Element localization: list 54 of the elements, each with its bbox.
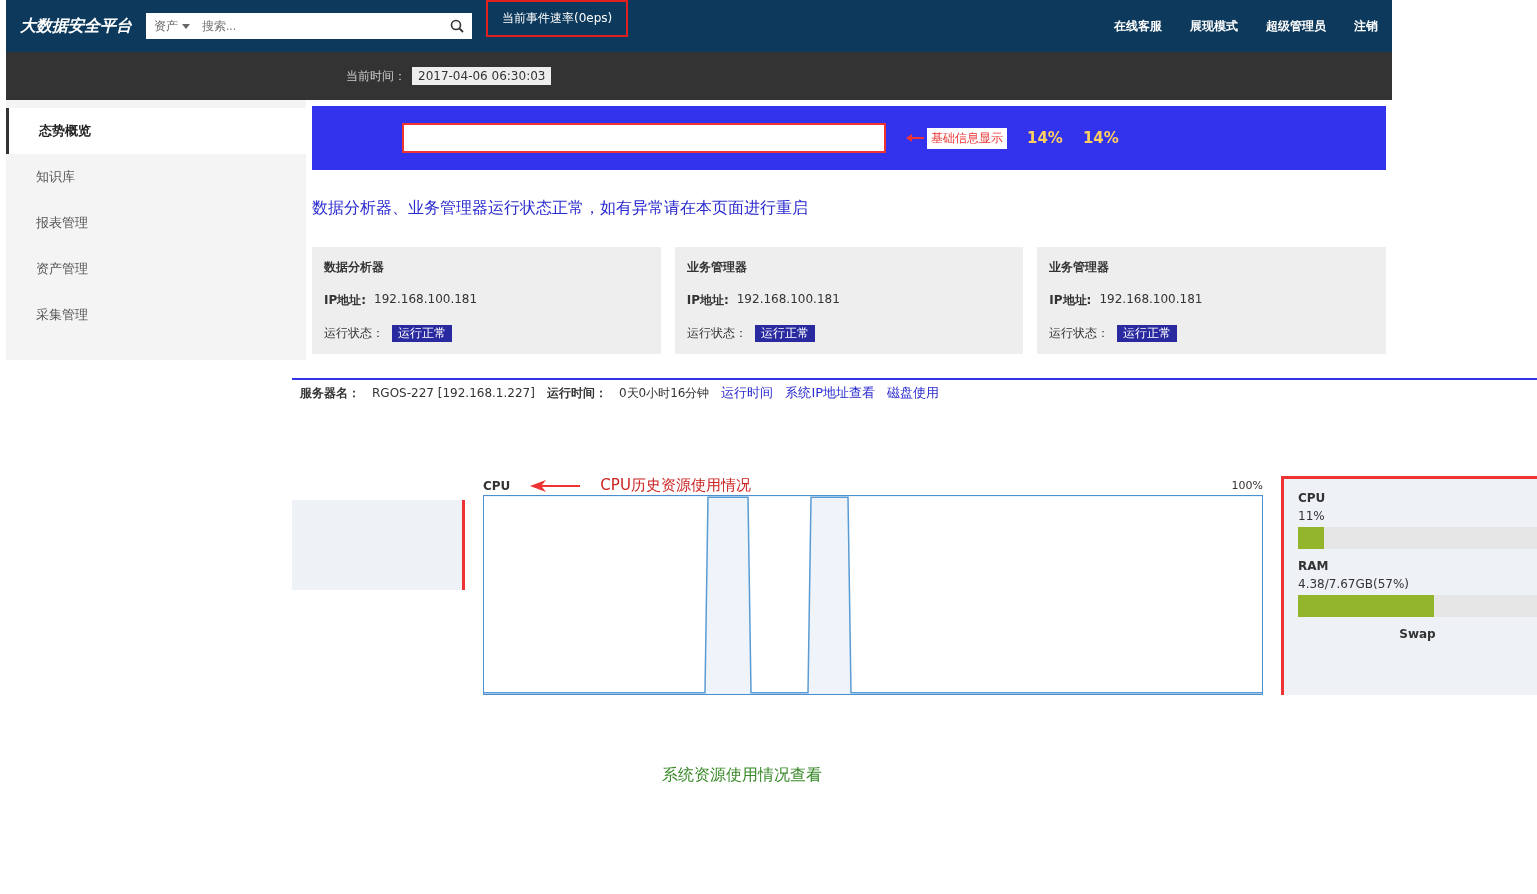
logo-text: 大数据安全平台 <box>20 15 132 37</box>
status-badge: 运行正常 <box>754 325 815 342</box>
uptime-label: 运行时间： <box>546 384 607 402</box>
status-badge: 运行正常 <box>392 325 452 342</box>
resource-name: Swap <box>1399 627 1436 641</box>
resource-name: RAM <box>1298 559 1330 573</box>
annotation-label: 系统IP地址查看 <box>785 384 876 402</box>
current-time: 2017-04-06 06:30:03 <box>412 67 552 85</box>
search-icon[interactable] <box>450 19 464 33</box>
nav-link[interactable]: 注销 <box>1354 17 1378 35</box>
uptime-value: 0天0小时16分钟 <box>618 384 710 402</box>
scope-dropdown[interactable]: 资产 <box>154 17 190 35</box>
sidebar-item[interactable]: 资产管理 <box>6 246 306 292</box>
search-bar[interactable]: 资产 搜索... <box>146 13 472 39</box>
gauge-reading: 14% <box>1082 129 1119 147</box>
status-label: 运行状态： <box>324 325 384 342</box>
gauge-reading: 14% <box>1027 129 1063 147</box>
annotation-label: 运行时间 <box>721 384 774 402</box>
resource-reading: 11% <box>1298 509 1326 523</box>
device-name: 业务管理器 <box>1049 259 1111 276</box>
device-name: 业务管理器 <box>686 259 748 276</box>
notice-text: 数据分析器、业务管理器运行状态正常，如有异常请在本页面进行重启 <box>312 198 809 219</box>
sidebar-item[interactable]: 报表管理 <box>6 200 306 246</box>
server-name: RGOS-227 [192.168.1.227] <box>372 386 535 400</box>
sidebar-item[interactable]: 采集管理 <box>6 292 306 338</box>
time-label: 当前时间： <box>346 67 406 85</box>
ip-label: IP地址: <box>1049 292 1092 309</box>
ip-address: 192.168.100.181 <box>374 292 478 308</box>
ip-address: 192.168.100.181 <box>1099 292 1203 308</box>
annotation-label: 磁盘使用 <box>887 384 940 402</box>
chart-label: CPU <box>483 478 511 493</box>
device-name: 数据分析器 <box>324 259 385 276</box>
status-label: 运行状态： <box>1049 325 1110 342</box>
ip-address: 192.168.100.181 <box>736 292 840 308</box>
status-badge: 运行正常 <box>1117 325 1178 342</box>
resource-reading: 4.38/7.67GB(57%) <box>1298 577 1411 591</box>
server-name-label: 服务器名： <box>300 384 360 402</box>
arrow-icon <box>530 479 581 492</box>
nav-link[interactable]: 展现模式 <box>1190 17 1238 35</box>
ip-label: IP地址: <box>324 292 367 309</box>
sidebar-item[interactable]: 态势概览 <box>6 108 306 154</box>
resource-name: CPU <box>1298 491 1327 505</box>
annotation-label: 基础信息显示 <box>927 127 1007 149</box>
sidebar-item[interactable]: 知识库 <box>6 154 306 200</box>
annotation-label: CPU历史资源使用情况 <box>600 476 751 495</box>
nav-link[interactable]: 超级管理员 <box>1266 17 1326 35</box>
status-label: 运行状态： <box>686 325 747 342</box>
caption-text: 系统资源使用情况查看 <box>662 765 823 786</box>
nav-link[interactable]: 在线客服 <box>1114 17 1162 35</box>
axis-label: 100% <box>1231 479 1263 492</box>
arrow-icon <box>906 134 924 142</box>
caret-icon <box>182 23 190 29</box>
event-rate-label: 当前事件速率(0eps) <box>486 0 629 37</box>
ip-label: IP地址: <box>686 292 729 309</box>
